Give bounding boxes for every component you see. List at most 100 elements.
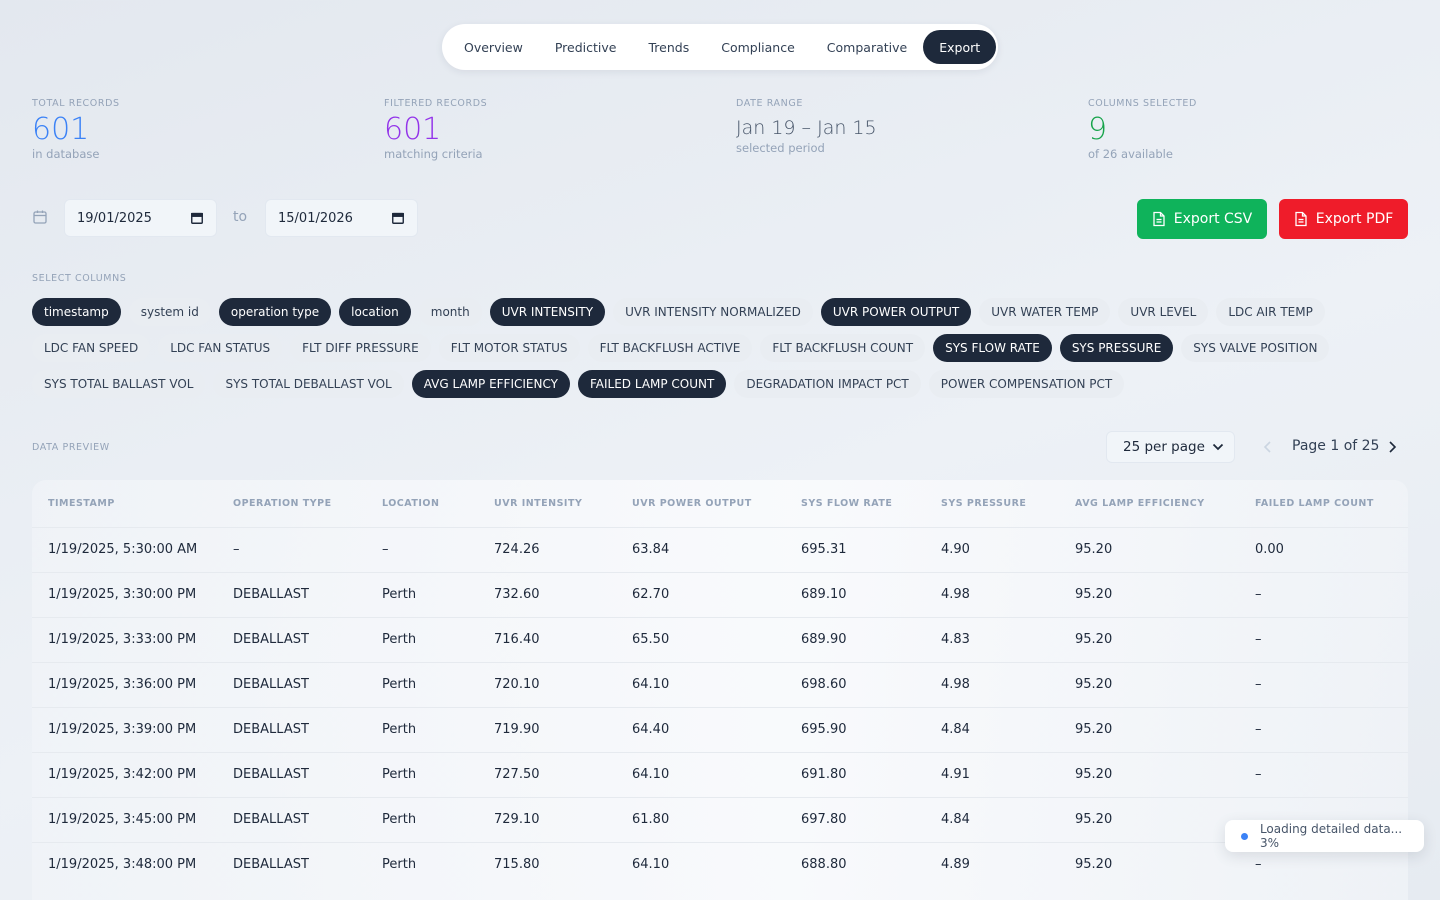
column-chip[interactable]: LDC AIR TEMP (1216, 298, 1325, 326)
stat-value: 9 (1088, 112, 1108, 147)
column-chip[interactable]: month (418, 298, 482, 326)
stat-value: Jan 19 – Jan 15 (736, 117, 877, 139)
table-cell: 689.10 (785, 571, 925, 617)
column-chip[interactable]: DEGRADATION IMPACT PCT (734, 370, 921, 398)
table-cell: 715.80 (478, 841, 616, 887)
column-chip[interactable]: timestamp (32, 298, 121, 326)
export-csv-button[interactable]: Export CSV (1137, 199, 1267, 239)
per-page-select[interactable]: 25 per page (1106, 431, 1235, 463)
column-chip[interactable]: FLT DIFF PRESSURE (290, 334, 431, 362)
table-cell: 95.20 (1059, 526, 1239, 572)
column-header[interactable]: UVR POWER OUTPUT (616, 480, 785, 527)
table-cell: DEBALLAST (217, 706, 366, 752)
table-cell: 729.10 (478, 796, 616, 842)
stat-date-range: DATE RANGE Jan 19 – Jan 15 selected peri… (736, 98, 877, 155)
column-header[interactable]: OPERATION TYPE (217, 480, 366, 527)
table-row[interactable]: 1/19/2025, 5:30:00 AM – – 724.26 63.84 6… (32, 526, 1408, 572)
tab-export[interactable]: Export (923, 30, 997, 64)
table-cell: DEBALLAST (217, 841, 366, 887)
table-cell: 4.98 (925, 661, 1059, 707)
column-header[interactable]: SYS FLOW RATE (785, 480, 925, 527)
table-row[interactable]: 1/19/2025, 3:42:00 PM DEBALLAST Perth 72… (32, 751, 1408, 797)
tab-trends[interactable]: Trends (632, 30, 705, 64)
table-cell: DEBALLAST (217, 571, 366, 617)
column-header[interactable]: FAILED LAMP COUNT (1239, 480, 1408, 527)
table-cell: 95.20 (1059, 571, 1239, 617)
table-cell: 4.84 (925, 706, 1059, 752)
tab-comparative[interactable]: Comparative (811, 30, 923, 64)
table-cell: DEBALLAST (217, 796, 366, 842)
column-chip-list: timestamp system id operation type locat… (32, 298, 1412, 398)
table-row[interactable]: 1/19/2025, 3:33:00 PM DEBALLAST Perth 71… (32, 616, 1408, 662)
column-header[interactable]: AVG LAMP EFFICIENCY (1059, 480, 1239, 527)
date-from-input[interactable]: 19/01/2025 (64, 199, 217, 237)
table-row[interactable]: 1/19/2025, 3:36:00 PM DEBALLAST Perth 72… (32, 661, 1408, 707)
table-cell: – (1239, 751, 1408, 797)
table-cell: 4.98 (925, 571, 1059, 617)
table-row[interactable]: 1/19/2025, 3:30:00 PM DEBALLAST Perth 73… (32, 571, 1408, 617)
stat-value: 601 (384, 112, 442, 147)
column-chip[interactable]: SYS VALVE POSITION (1181, 334, 1330, 362)
table-cell: 724.26 (478, 526, 616, 572)
table-cell: – (1239, 706, 1408, 752)
tab-compliance[interactable]: Compliance (705, 30, 811, 64)
table-cell: Perth (366, 706, 478, 752)
table-row[interactable]: 1/19/2025, 3:48:00 PM DEBALLAST Perth 71… (32, 841, 1408, 887)
calendar-picker-icon[interactable] (391, 211, 405, 225)
table-cell: DEBALLAST (217, 661, 366, 707)
tab-overview[interactable]: Overview (448, 30, 539, 64)
column-chip[interactable]: SYS TOTAL DEBALLAST VOL (213, 370, 404, 398)
column-chip[interactable]: SYS TOTAL BALLAST VOL (32, 370, 206, 398)
table-cell: 95.20 (1059, 796, 1239, 842)
calendar-picker-icon[interactable] (190, 211, 204, 225)
date-to-label: to (233, 209, 248, 225)
column-chip[interactable]: AVG LAMP EFFICIENCY (411, 370, 570, 398)
stat-total-records: TOTAL RECORDS 601 in database (32, 98, 120, 161)
column-chip[interactable]: UVR INTENSITY (489, 298, 606, 326)
column-chip[interactable]: UVR POWER OUTPUT (820, 298, 972, 326)
column-header[interactable]: SYS PRESSURE (925, 480, 1059, 527)
stat-sub: in database (32, 147, 100, 161)
column-chip[interactable]: operation type (218, 298, 332, 326)
table-cell: Perth (366, 841, 478, 887)
column-header[interactable]: LOCATION (366, 480, 478, 527)
column-chip[interactable]: SYS PRESSURE (1059, 334, 1174, 362)
page-indicator: Page 1 of 25 (1292, 438, 1380, 454)
chevron-right-icon[interactable] (1385, 439, 1399, 455)
table-cell: 0.00 (1239, 526, 1408, 572)
column-chip[interactable]: LDC FAN STATUS (158, 334, 283, 362)
column-chip[interactable]: UVR INTENSITY NORMALIZED (613, 298, 813, 326)
column-chip[interactable]: FLT BACKFLUSH ACTIVE (587, 334, 753, 362)
table-cell: 732.60 (478, 571, 616, 617)
column-chip[interactable]: system id (128, 298, 211, 326)
file-icon (1295, 211, 1307, 227)
column-chip[interactable]: UVR WATER TEMP (979, 298, 1111, 326)
column-chip[interactable]: location (339, 298, 411, 326)
column-chip[interactable]: UVR LEVEL (1118, 298, 1209, 326)
table-cell: 716.40 (478, 616, 616, 662)
table-row[interactable]: 1/19/2025, 3:45:00 PM DEBALLAST Perth 72… (32, 796, 1408, 842)
table-cell: 691.80 (785, 751, 925, 797)
table-cell: – (366, 526, 478, 572)
tab-predictive[interactable]: Predictive (539, 30, 633, 64)
loading-indicator-icon (1241, 832, 1248, 840)
column-header[interactable]: TIMESTAMP (32, 480, 217, 527)
export-pdf-button[interactable]: Export PDF (1279, 199, 1408, 239)
stat-label: TOTAL RECORDS (32, 98, 120, 109)
date-to-input[interactable]: 15/01/2026 (265, 199, 418, 237)
column-chip[interactable]: POWER COMPENSATION PCT (928, 370, 1125, 398)
column-chip[interactable]: SYS FLOW RATE (933, 334, 1052, 362)
data-preview-table: TIMESTAMP OPERATION TYPE LOCATION UVR IN… (32, 480, 1408, 900)
column-header[interactable]: UVR INTENSITY (478, 480, 616, 527)
column-chip[interactable]: FAILED LAMP COUNT (577, 370, 727, 398)
table-cell: 697.80 (785, 796, 925, 842)
table-cell: 64.10 (616, 841, 785, 887)
table-cell: 727.50 (478, 751, 616, 797)
table-row[interactable]: 1/19/2025, 3:39:00 PM DEBALLAST Perth 71… (32, 706, 1408, 752)
stat-label: COLUMNS SELECTED (1088, 98, 1197, 109)
chevron-left-icon[interactable] (1261, 439, 1275, 455)
column-chip[interactable]: FLT BACKFLUSH COUNT (760, 334, 926, 362)
table-cell: 95.20 (1059, 751, 1239, 797)
column-chip[interactable]: LDC FAN SPEED (32, 334, 151, 362)
column-chip[interactable]: FLT MOTOR STATUS (438, 334, 580, 362)
